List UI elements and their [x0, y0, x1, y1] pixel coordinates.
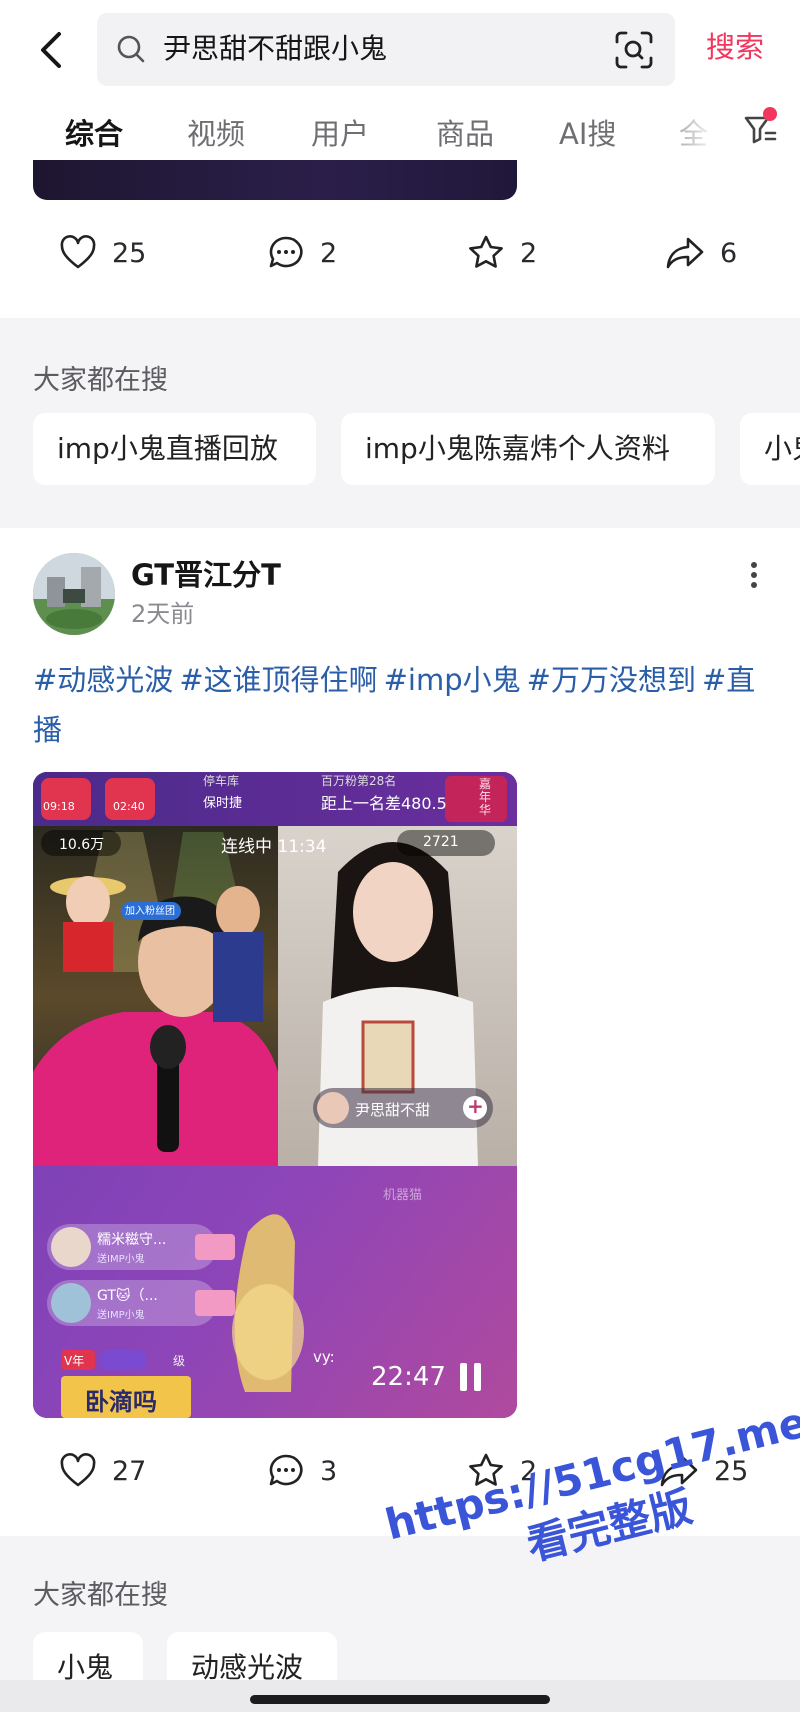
v-badge: V年: [64, 1354, 85, 1368]
comment-button[interactable]: 2: [266, 233, 337, 273]
share-arrow-icon: [666, 237, 704, 269]
rank-gap: 距上一名差480.5: [321, 794, 447, 813]
back-arrow-icon[interactable]: [28, 26, 76, 74]
like-button[interactable]: 27: [58, 1451, 146, 1491]
related-search-chip[interactable]: imp小鬼陈嘉炜个人资料: [341, 413, 715, 485]
heart-icon: [60, 1453, 96, 1487]
favorite-button[interactable]: 2: [466, 233, 537, 273]
tab-users[interactable]: 用户: [311, 114, 369, 154]
bottom-sticker-text: 卧滴吗: [85, 1388, 157, 1416]
author-name[interactable]: GT晋江分T: [131, 556, 281, 594]
search-box[interactable]: 尹思甜不甜跟小鬼: [97, 13, 675, 86]
comment-icon: [269, 236, 303, 268]
guest-name: 尹思甜不甜: [355, 1101, 431, 1119]
hashtag-link[interactable]: #imp小鬼: [384, 663, 521, 697]
tab-video[interactable]: 视频: [187, 114, 245, 154]
link-status: 连线中 11:34: [221, 837, 327, 857]
garage-label: 停车库: [203, 774, 240, 788]
author-avatar[interactable]: [33, 553, 115, 635]
related-search-chip[interactable]: 小鬼: [740, 413, 800, 485]
filter-notification-dot: [763, 107, 777, 121]
home-indicator[interactable]: [250, 1695, 550, 1704]
share-button[interactable]: 6: [664, 233, 737, 273]
avatar-image: [33, 553, 115, 635]
post-time: 2天前: [131, 600, 195, 628]
vy-text: vy:: [313, 1348, 335, 1366]
more-options-icon[interactable]: [742, 559, 766, 591]
previous-video-thumbnail[interactable]: [33, 160, 517, 200]
star-icon: [469, 235, 503, 268]
like-button[interactable]: 25: [58, 233, 146, 273]
carnival-badge: 嘉年华: [479, 777, 492, 817]
fans-right: 2721: [423, 834, 459, 850]
post-video[interactable]: 09:18 02:40 停车库 保时捷 百万粉第28名 距上一名差480.5 嘉…: [33, 772, 517, 1418]
timer-left: 09:18: [43, 800, 75, 813]
tab-comprehensive[interactable]: 综合: [65, 114, 123, 154]
follow-guest-icon[interactable]: +: [467, 1094, 484, 1118]
like-count: 27: [112, 1455, 147, 1487]
related-searches-title: 大家都在搜: [33, 1580, 168, 1611]
hashtag-link[interactable]: #这谁顶得住啊: [179, 663, 377, 697]
garage-sub: 保时捷: [203, 796, 243, 811]
like-count: 25: [112, 237, 147, 269]
search-query-text[interactable]: 尹思甜不甜跟小鬼: [163, 31, 387, 67]
gift2-to: 送IMP小鬼: [97, 1310, 145, 1321]
heart-icon: [60, 235, 96, 269]
share-count: 6: [720, 237, 738, 269]
comment-count: 3: [320, 1455, 338, 1487]
hashtag-link[interactable]: #动感光波: [33, 663, 173, 697]
gift2-user: GT🐱（...: [97, 1288, 158, 1304]
robot-text: 机器猫: [383, 1188, 423, 1203]
related-searches-section: 大家都在搜 imp小鬼直播回放 imp小鬼陈嘉炜个人资料 小鬼: [0, 318, 800, 528]
search-button[interactable]: 搜索: [706, 27, 764, 67]
tab-products[interactable]: 商品: [436, 114, 494, 154]
fan-group-badge: 加入粉丝团: [125, 906, 175, 917]
rank-label: 百万粉第28名: [321, 774, 397, 788]
favorite-count: 2: [520, 237, 538, 269]
timer-right: 02:40: [113, 800, 145, 813]
search-icon: [117, 35, 145, 63]
fans-left: 10.6万: [59, 837, 105, 853]
comment-button[interactable]: 3: [266, 1451, 337, 1491]
image-search-icon[interactable]: [613, 29, 655, 71]
tab-ai-search[interactable]: AI搜: [559, 114, 616, 154]
post-hashtags: #动感光波 #这谁顶得住啊 #imp小鬼 #万万没想到 #直播: [33, 655, 773, 755]
video-frame: [33, 772, 517, 1418]
related-searches-title: 大家都在搜: [33, 365, 168, 396]
video-duration: 22:47: [371, 1362, 446, 1392]
level-text: 级: [173, 1354, 186, 1368]
hashtag-link[interactable]: #万万没想到: [527, 663, 696, 697]
gift1-user: 糯米糍守...: [97, 1232, 167, 1248]
related-search-chip[interactable]: imp小鬼直播回放: [33, 413, 316, 485]
comment-icon: [269, 1454, 303, 1486]
tab-fade: [646, 100, 736, 172]
gift1-to: 送IMP小鬼: [97, 1254, 145, 1265]
comment-count: 2: [320, 237, 338, 269]
search-header: 尹思甜不甜跟小鬼 搜索: [0, 0, 800, 100]
